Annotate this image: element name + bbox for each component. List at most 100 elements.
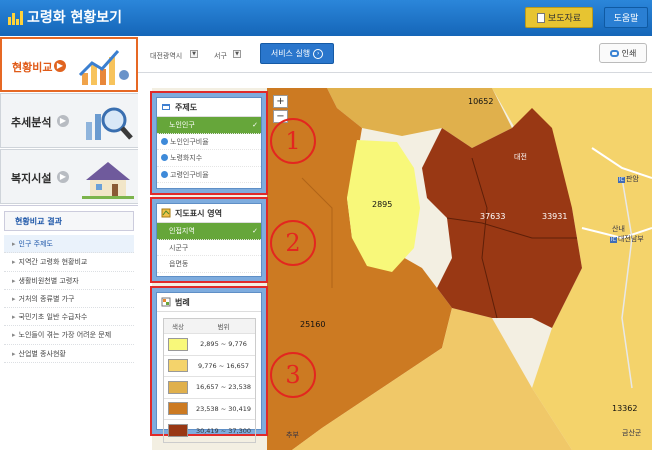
map-layers-icon bbox=[162, 104, 170, 110]
legend-swatch-cell bbox=[164, 380, 192, 394]
legend-icon bbox=[161, 297, 171, 307]
toolbar: 대전광역시 ▼ 서구 ▼ 서비스 실행 › 인쇄 bbox=[138, 37, 652, 73]
nav-welfare-label: 복지시설 bbox=[11, 172, 52, 185]
results-item[interactable]: 노인들이 겪는 가장 어려운 문제 bbox=[4, 326, 134, 345]
info-icon bbox=[161, 170, 168, 178]
map-value-label: 2895 bbox=[372, 200, 393, 209]
legend-header-row: 색상 범위 bbox=[164, 319, 255, 334]
legend-swatch bbox=[168, 402, 188, 416]
area-panel-title-text: 지도표시 영역 bbox=[175, 209, 222, 218]
chart-logo-icon bbox=[8, 9, 23, 25]
annotation-circle: 3 bbox=[270, 352, 316, 398]
chevron-down-icon[interactable]: ▼ bbox=[233, 50, 241, 58]
place-name: 판암 bbox=[625, 175, 639, 183]
results-list: 인구 주제도 지역간 고령화 현황비교 생활비원천별 고령자 거처의 종류별 가… bbox=[4, 235, 134, 364]
chevron-down-icon[interactable]: ▼ bbox=[190, 50, 198, 58]
side-nav: 현황비교 ▶ 추세분석 ▶ 복지시설 ▶ bbox=[0, 37, 138, 205]
print-label: 인쇄 bbox=[621, 48, 637, 58]
growth-chart-icon bbox=[78, 50, 129, 85]
place-label: 금산군 bbox=[622, 429, 642, 437]
legend-table: 색상 범위 2,895 ~ 9,776 9,776 ~ 16,657 16,65… bbox=[163, 318, 256, 443]
results-item[interactable]: 산업별 종사현황 bbox=[4, 345, 134, 364]
area-option-label: 시군구 bbox=[169, 243, 189, 252]
theme-panel-title: 주제도 bbox=[157, 98, 261, 117]
document-icon bbox=[536, 12, 545, 23]
theme-option[interactable]: 고령인구비율 bbox=[157, 167, 261, 184]
theme-panel: 주제도 노인인구 노인인구비율 노령화지수 고령인구비율 bbox=[150, 91, 268, 195]
press-release-button[interactable]: 보도자료 bbox=[525, 7, 593, 28]
theme-option[interactable]: 노령화지수 bbox=[157, 150, 261, 167]
annotation-circle: 1 bbox=[270, 118, 316, 164]
place-label: 산내 bbox=[612, 225, 625, 233]
legend-range: 23,538 ~ 30,419 bbox=[195, 404, 252, 413]
magnifier-chart-icon bbox=[86, 107, 133, 140]
place-label: IC 판암 bbox=[618, 174, 639, 184]
area-option[interactable]: 인접지역 bbox=[157, 223, 261, 240]
theme-option-label: 노인인구 bbox=[169, 121, 195, 129]
theme-option[interactable]: 노인인구비율 bbox=[157, 134, 261, 151]
app-title: 고령화 현황보기 bbox=[27, 10, 123, 26]
legend-row: 16,657 ~ 23,538 bbox=[164, 377, 255, 399]
legend-range: 9,776 ~ 16,657 bbox=[198, 361, 249, 370]
arrow-right-icon: › bbox=[313, 48, 324, 59]
legend-swatch bbox=[168, 359, 188, 373]
area-option[interactable]: 읍면동 bbox=[157, 256, 261, 273]
map-value-label: 33931 bbox=[542, 212, 568, 221]
area-option-label: 인접지역 bbox=[169, 227, 195, 235]
legend-range: 30,419 ~ 37,300 bbox=[195, 426, 252, 435]
results-panel: 현황비교 결과 인구 주제도 지역간 고령화 현황비교 생활비원천별 고령자 거… bbox=[0, 205, 138, 450]
ic-badge: IC bbox=[618, 177, 625, 183]
ic-badge: IC bbox=[610, 237, 617, 243]
nav-welfare[interactable]: 복지시설 ▶ bbox=[0, 149, 138, 204]
legend-row: 9,776 ~ 16,657 bbox=[164, 356, 255, 377]
theme-panel-body: 주제도 노인인구 노인인구비율 노령화지수 고령인구비율 bbox=[156, 97, 262, 189]
results-item[interactable]: 생활비원천별 고령자 bbox=[4, 272, 134, 290]
results-title: 현황비교 결과 bbox=[4, 211, 134, 231]
region2-select[interactable]: 서구 bbox=[214, 51, 227, 61]
legend-swatch-cell bbox=[164, 359, 192, 373]
place-label: IC 대전남부 bbox=[610, 234, 644, 244]
arrow-right-icon: ▶ bbox=[57, 115, 69, 127]
map-value-label: 37633 bbox=[480, 212, 506, 221]
map-value-label: 10652 bbox=[468, 97, 494, 106]
map-icon bbox=[161, 208, 171, 218]
region1-select[interactable]: 대전광역시 bbox=[150, 51, 182, 61]
theme-option[interactable]: 노인인구 bbox=[157, 117, 261, 134]
app-header: 고령화 현황보기 보도자료 도움말 bbox=[0, 0, 652, 36]
legend-panel-title-text: 범례 bbox=[175, 298, 190, 307]
legend-swatch-cell bbox=[164, 337, 192, 351]
results-item[interactable]: 인구 주제도 bbox=[4, 235, 134, 254]
run-service-button[interactable]: 서비스 실행 › bbox=[260, 43, 334, 64]
legend-range: 16,657 ~ 23,538 bbox=[195, 383, 252, 392]
print-button[interactable]: 인쇄 bbox=[599, 43, 647, 63]
legend-panel: 범례 색상 범위 2,895 ~ 9,776 9,776 ~ 16,657 16… bbox=[150, 286, 268, 443]
results-item[interactable]: 거처의 종류별 가구 bbox=[4, 290, 134, 309]
nav-trend-label: 추세분석 bbox=[11, 116, 52, 129]
theme-panel-title-text: 주제도 bbox=[175, 103, 198, 112]
place-name: 대전남부 bbox=[617, 235, 644, 243]
annotation-circle: 2 bbox=[270, 220, 316, 266]
legend-swatch-cell bbox=[164, 402, 192, 416]
area-panel-title: 지도표시 영역 bbox=[157, 204, 261, 223]
press-release-label: 보도자료 bbox=[547, 14, 582, 24]
legend-row: 30,419 ~ 37,300 bbox=[164, 420, 255, 442]
info-icon bbox=[161, 137, 168, 145]
place-label: 추부 bbox=[286, 431, 299, 439]
area-option[interactable]: 시군구 bbox=[157, 240, 261, 257]
app-logo[interactable]: 고령화 현황보기 bbox=[8, 7, 122, 27]
nav-trend[interactable]: 추세분석 ▶ bbox=[0, 93, 138, 148]
map-value-label: 25160 bbox=[300, 320, 326, 329]
house-icon bbox=[82, 162, 134, 199]
legend-panel-body: 범례 색상 범위 2,895 ~ 9,776 9,776 ~ 16,657 16… bbox=[156, 292, 262, 443]
nav-compare[interactable]: 현황비교 ▶ bbox=[0, 37, 138, 92]
theme-option-label: 고령인구비율 bbox=[170, 170, 209, 179]
legend-swatch bbox=[168, 337, 188, 351]
legend-swatch bbox=[168, 424, 188, 438]
help-button[interactable]: 도움말 bbox=[604, 7, 648, 28]
results-item[interactable]: 지역간 고령화 현황비교 bbox=[4, 253, 134, 272]
zoom-in-button[interactable]: + bbox=[273, 95, 288, 108]
run-service-label: 서비스 실행 bbox=[270, 49, 311, 58]
results-item[interactable]: 국민기초 일반 수급자수 bbox=[4, 308, 134, 327]
area-panel: 지도표시 영역 인접지역 시군구 읍면동 bbox=[150, 197, 268, 283]
theme-option-label: 노인인구비율 bbox=[170, 137, 209, 146]
